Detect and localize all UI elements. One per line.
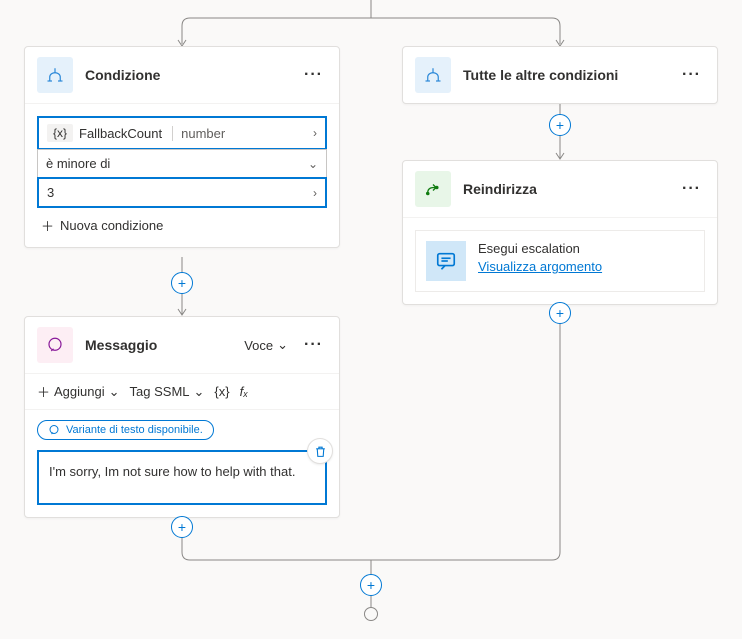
redirect-icon xyxy=(415,171,451,207)
text-variant-label: Variante di testo disponibile. xyxy=(66,424,203,436)
other-conditions-more-button[interactable]: ··· xyxy=(678,62,705,88)
condition-operator: è minore di xyxy=(46,156,110,171)
chat-icon xyxy=(48,424,60,436)
message-more-button[interactable]: ··· xyxy=(300,332,327,358)
redirect-body: Esegui escalation Visualizza argomento xyxy=(403,218,717,304)
branch-icon xyxy=(415,57,451,93)
condition-variable-row[interactable]: {x} FallbackCount number › xyxy=(37,116,327,150)
condition-operator-row[interactable]: è minore di ⌄ xyxy=(37,149,327,178)
toolbar-ssml-button[interactable]: Tag SSML ⌄ xyxy=(130,384,205,400)
message-icon xyxy=(37,327,73,363)
chevron-right-icon: › xyxy=(313,126,317,140)
message-text-container: I'm sorry, Im not sure how to help with … xyxy=(37,450,327,505)
redirect-more-button[interactable]: ··· xyxy=(678,176,705,202)
other-conditions-title: Tutte le altre condizioni xyxy=(463,67,666,83)
redirect-item-link[interactable]: Visualizza argomento xyxy=(478,259,602,274)
text-variant-chip[interactable]: Variante di testo disponibile. xyxy=(37,420,214,440)
add-node-after-other[interactable]: + xyxy=(549,114,571,136)
redirect-item-name: Esegui escalation xyxy=(478,241,602,256)
toolbar-add-label: Aggiungi xyxy=(54,384,105,399)
toolbar-add-button[interactable]: ＋ Aggiungi ⌄ xyxy=(37,382,120,401)
delete-message-button[interactable] xyxy=(307,438,333,464)
toolbar-ssml-label: Tag SSML xyxy=(130,384,190,399)
chat-bubble-icon xyxy=(426,241,466,281)
plus-icon: ＋ xyxy=(37,382,50,401)
message-card: Messaggio Voce ⌄ ··· ＋ Aggiungi ⌄ Tag SS… xyxy=(24,316,340,518)
plus-icon: ＋ xyxy=(41,216,54,235)
condition-more-button[interactable]: ··· xyxy=(300,62,327,88)
message-toolbar: ＋ Aggiungi ⌄ Tag SSML ⌄ {x} fₓ xyxy=(25,374,339,410)
add-condition-button[interactable]: ＋ Nuova condizione xyxy=(37,208,327,235)
add-node-after-redirect[interactable]: + xyxy=(549,302,571,324)
condition-body: {x} FallbackCount number › è minore di ⌄… xyxy=(25,104,339,247)
chevron-down-icon: ⌄ xyxy=(308,157,318,171)
trash-icon xyxy=(314,445,327,458)
branch-icon xyxy=(37,57,73,93)
condition-value: 3 xyxy=(47,185,54,200)
message-text-input[interactable]: I'm sorry, Im not sure how to help with … xyxy=(37,450,327,505)
add-node-after-message[interactable]: + xyxy=(171,516,193,538)
voice-label: Voce xyxy=(244,338,273,353)
condition-value-row[interactable]: 3 › xyxy=(37,177,327,208)
redirect-item: Esegui escalation Visualizza argomento xyxy=(415,230,705,292)
chevron-right-icon: › xyxy=(313,186,317,200)
other-conditions-header: Tutte le altre condizioni ··· xyxy=(403,47,717,103)
chevron-down-icon: ⌄ xyxy=(109,384,120,400)
redirect-card: Reindirizza ··· Esegui escalation Visual… xyxy=(402,160,718,305)
condition-variable-name: FallbackCount xyxy=(79,126,162,141)
chevron-down-icon: ⌄ xyxy=(277,337,288,353)
redirect-title: Reindirizza xyxy=(463,181,666,197)
toolbar-fx-button[interactable]: fₓ xyxy=(240,384,249,399)
toolbar-variable-button[interactable]: {x} xyxy=(214,384,229,399)
fx-icon: fₓ xyxy=(240,384,249,399)
variable-token-icon: {x} xyxy=(47,124,73,142)
message-title: Messaggio xyxy=(85,337,232,353)
add-node-after-condition[interactable]: + xyxy=(171,272,193,294)
chevron-down-icon: ⌄ xyxy=(194,384,205,400)
condition-card: Condizione ··· {x} FallbackCount number … xyxy=(24,46,340,248)
condition-title: Condizione xyxy=(85,67,288,83)
condition-header: Condizione ··· xyxy=(25,47,339,104)
condition-variable-type: number xyxy=(172,126,225,141)
add-condition-label: Nuova condizione xyxy=(60,218,163,233)
message-header: Messaggio Voce ⌄ ··· xyxy=(25,317,339,374)
message-voice-dropdown[interactable]: Voce ⌄ xyxy=(244,337,288,353)
variable-token-icon: {x} xyxy=(214,384,229,399)
add-node-at-merge[interactable]: + xyxy=(360,574,382,596)
redirect-header: Reindirizza ··· xyxy=(403,161,717,218)
other-conditions-card: Tutte le altre condizioni ··· xyxy=(402,46,718,104)
end-node xyxy=(364,607,378,621)
